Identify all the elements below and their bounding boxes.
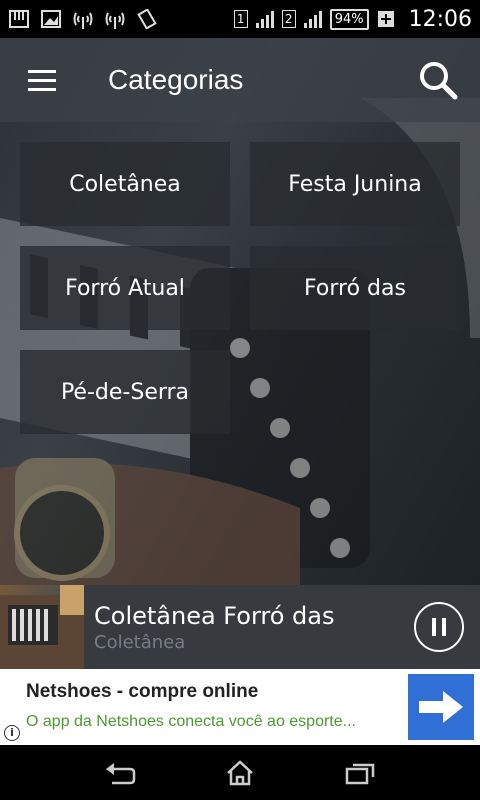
recent-apps-button[interactable] xyxy=(330,748,390,798)
battery-indicator: 94% xyxy=(329,8,369,30)
album-cover-image xyxy=(0,585,84,669)
arrow-right-icon xyxy=(419,691,463,723)
charging-icon xyxy=(375,9,397,29)
search-icon[interactable] xyxy=(396,38,480,122)
category-tile-forro-atual[interactable]: Forró Atual xyxy=(20,246,230,330)
ad-arrow-button[interactable] xyxy=(408,674,474,740)
category-tile-festa-junina[interactable]: Festa Junina xyxy=(250,142,460,226)
ad-title[interactable]: Netshoes - compre online xyxy=(26,681,258,703)
status-bar: 1 2 94% 12:06 xyxy=(0,0,480,38)
home-button[interactable] xyxy=(210,748,270,798)
cell-signal-1-icon xyxy=(254,9,276,29)
signal-1-icon xyxy=(72,9,94,29)
signal-2-icon xyxy=(104,9,126,29)
toolbar: Categorias xyxy=(0,38,480,122)
pause-button[interactable] xyxy=(414,602,464,652)
category-tile-pe-de-serra[interactable]: Pé-de-Serra xyxy=(20,350,230,434)
track-subtitle: Coletânea xyxy=(94,631,186,653)
track-title: Coletânea Forró das xyxy=(94,601,335,630)
app-content: Categorias Coletânea Festa Junina Forró … xyxy=(0,38,480,585)
home-icon xyxy=(227,759,253,785)
system-nav-bar xyxy=(0,745,480,800)
ad-description[interactable]: O app da Netshoes conecta você ao esport… xyxy=(26,713,396,731)
rotation-icon xyxy=(136,9,158,29)
recent-apps-icon xyxy=(345,763,375,784)
ad-info-icon[interactable]: i xyxy=(4,725,20,741)
menu-icon[interactable] xyxy=(0,38,84,122)
back-icon xyxy=(106,762,136,784)
sim1-indicator: 1 xyxy=(233,10,248,28)
sim2-indicator: 2 xyxy=(281,10,296,28)
page-title: Categorias xyxy=(108,64,244,95)
category-tile-forro-das[interactable]: Forró das xyxy=(250,246,460,330)
now-playing-bar[interactable]: Coletânea Forró das Coletânea xyxy=(0,585,480,669)
piano-notification-icon xyxy=(8,9,30,29)
category-tile-coletanea[interactable]: Coletânea xyxy=(20,142,230,226)
clock: 12:06 xyxy=(408,6,472,32)
back-button[interactable] xyxy=(90,748,150,798)
ad-banner[interactable]: Netshoes - compre online O app da Netsho… xyxy=(0,669,480,745)
image-notification-icon xyxy=(40,9,62,29)
cell-signal-2-icon xyxy=(302,9,324,29)
